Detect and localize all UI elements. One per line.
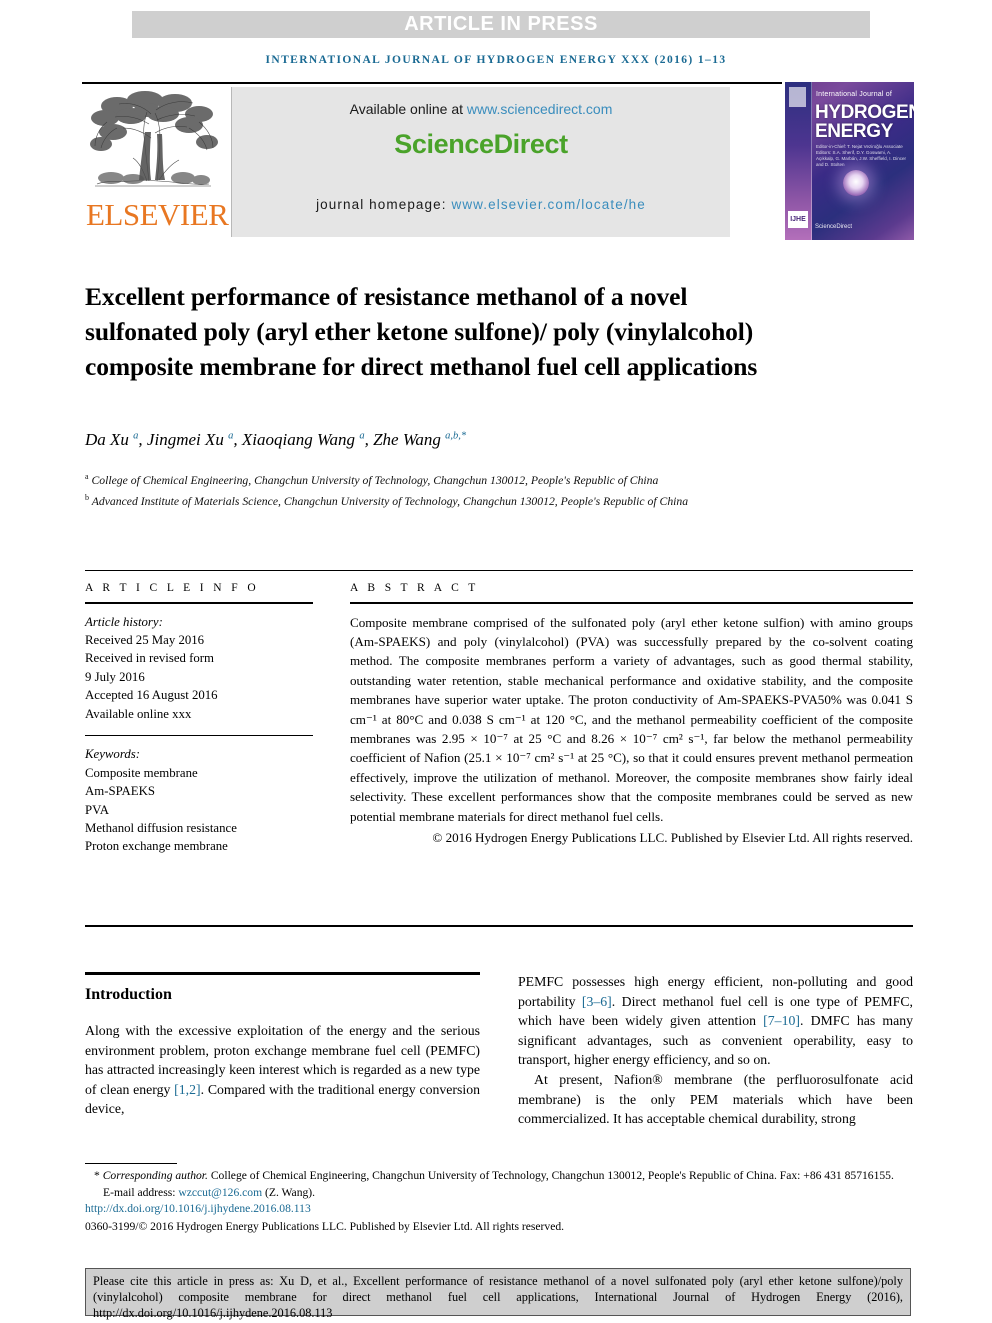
journal-cover-image: IJHE International Journal of HYDROGEN E… [785,82,914,240]
please-cite-box: Please cite this article in press as: Xu… [85,1268,911,1320]
journal-homepage-label: journal homepage: [316,197,452,212]
cover-sciencedirect-label: ScienceDirect [815,224,853,230]
article-in-press-banner: ARTICLE IN PRESS [132,11,870,38]
article-info-column: A R T I C L E I N F O Article history: R… [85,582,313,856]
keyword-item: PVA [85,802,109,817]
affiliation-b: b Advanced Institute of Materials Scienc… [85,489,785,510]
abstract-column: A B S T R A C T Composite membrane compr… [350,582,913,847]
elsevier-tree-icon [90,91,218,187]
article-info-heading: A R T I C L E I N F O [85,582,260,594]
history-item: Received in revised form [85,651,214,666]
sciencedirect-url-link[interactable]: www.sciencedirect.com [467,101,613,117]
body-right-column: PEMFC possesses high energy efficient, n… [518,972,913,1129]
article-info-rule [85,602,313,604]
corresponding-author-text: College of Chemical Engineering, Changch… [210,1169,894,1182]
cover-elsevier-mark-icon [789,87,806,107]
author-list: Da Xu a, Jingmei Xu a, Xiaoqiang Wang a,… [85,430,467,449]
history-item: Available online xxx [85,706,192,721]
doi-link[interactable]: http://dx.doi.org/10.1016/j.ijhydene.201… [85,1201,915,1218]
cover-title-line2: ENERGY [815,121,893,142]
body-left-column: Introduction Along with the excessive ex… [85,972,480,1119]
elsevier-logo-block: ELSEVIER [82,86,229,238]
abstract-region-bottom-rule [85,925,913,927]
history-item: 9 July 2016 [85,669,145,684]
affiliation-text-a: College of Chemical Engineering, Changch… [91,473,659,487]
masthead: ELSEVIER Available online at www.science… [82,82,914,241]
abstract-heading: A B S T R A C T [350,582,479,594]
abstract-rule [350,602,913,604]
affiliation-text-b: Advanced Institute of Materials Science,… [91,494,689,508]
paragraph: PEMFC possesses high energy efficient, n… [518,974,914,1068]
article-history-block: Article history: Received 25 May 2016 Re… [85,613,313,723]
email-note: E-mail address: wzccut@126.com (Z. Wang)… [85,1185,915,1202]
cover-ijhe-mark: IJHE [788,211,808,228]
journal-running-head: INTERNATIONAL JOURNAL OF HYDROGEN ENERGY… [265,54,727,66]
email-label: E-mail address: [103,1185,179,1199]
keyword-item: Composite membrane [85,765,198,780]
footnote-rule [85,1163,177,1164]
affiliation-a: a College of Chemical Engineering, Chang… [85,468,785,489]
journal-homepage-line: journal homepage: www.elsevier.com/locat… [232,197,730,212]
elsevier-wordmark: ELSEVIER [86,197,229,232]
keywords-rule [85,734,313,737]
paragraph: Along with the excessive exploitation of… [85,1023,481,1117]
sciencedirect-logo: ScienceDirect [394,129,568,159]
affiliation-marker-a: a [85,472,89,481]
available-online-line: Available online at www.sciencedirect.co… [232,101,730,117]
masthead-top-rule [82,82,782,84]
journal-homepage-link[interactable]: www.elsevier.com/locate/he [451,197,645,212]
sciencedirect-box: Available online at www.sciencedirect.co… [231,87,730,237]
introduction-heading: Introduction [85,986,172,1003]
keywords-label: Keywords: [85,747,140,762]
abstract-body: Composite membrane comprised of the sulf… [350,614,913,824]
cover-editors: Editor-in-Chief: T. Nejat Veziroğlu Asso… [816,144,906,167]
keyword-item: Methanol diffusion resistance [85,821,237,836]
page-title: Excellent performance of resistance meth… [85,282,758,382]
affiliation-marker-b: b [85,492,89,502]
introduction-right-text: PEMFC possesses high energy efficient, n… [518,972,913,1129]
corresponding-author-label: Corresponding author. [102,1169,208,1182]
available-online-label: Available online at [349,101,467,117]
abstract-copyright: © 2016 Hydrogen Energy Publications LLC.… [432,829,913,845]
abstract-region-top-rule [85,570,913,571]
cover-orb-graphic [843,170,869,196]
article-history-label: Article history: [85,614,163,629]
introduction-left-text: Along with the excessive exploitation of… [85,1021,480,1119]
paragraph: At present, Nafion® membrane (the perflu… [518,1071,913,1127]
email-link[interactable]: wzccut@126.com [178,1186,262,1199]
history-item: Received 25 May 2016 [85,632,205,647]
corresponding-author-note: * Corresponding author. College of Chemi… [94,1169,894,1182]
footnote-block: * Corresponding author. College of Chemi… [85,1168,915,1235]
keyword-item: Am-SPAEKS [85,784,155,799]
history-item: Accepted 16 August 2016 [85,688,218,703]
cover-superline: International Journal of [816,91,893,98]
keyword-item: Proton exchange membrane [85,839,228,854]
issn-copyright-line: 0360-3199/© 2016 Hydrogen Energy Publica… [85,1219,565,1233]
affiliation-list: a College of Chemical Engineering, Chang… [85,468,785,510]
article-page: ARTICLE IN PRESS INTERNATIONAL JOURNAL O… [0,0,992,1323]
introduction-rule [85,972,480,975]
keywords-block: Keywords: Composite membrane Am-SPAEKS P… [85,745,313,855]
email-suffix: (Z. Wang). [262,1185,316,1199]
